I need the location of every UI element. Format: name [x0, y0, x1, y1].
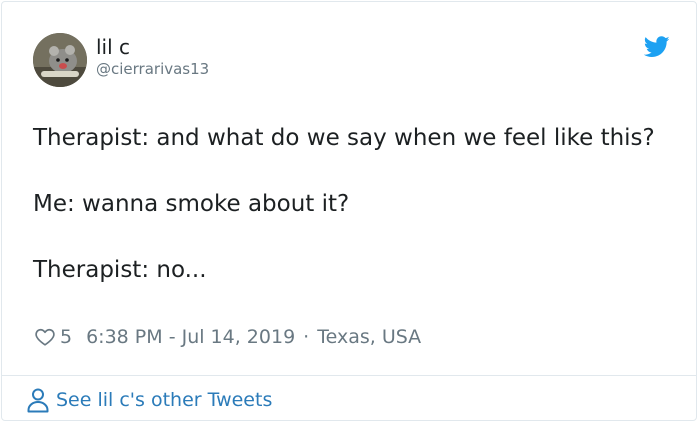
- tweet-line-blank: [33, 221, 673, 254]
- author-handle[interactable]: @cierrarivas13: [96, 60, 209, 78]
- tweet-line: Me: wanna smoke about it?: [33, 191, 350, 217]
- tweet-line-blank: [33, 155, 673, 188]
- like-count[interactable]: 5: [60, 325, 72, 349]
- meta-separator: ·: [303, 326, 310, 348]
- twitter-bird-icon[interactable]: [644, 36, 670, 58]
- see-other-tweets-label[interactable]: See lil c's other Tweets: [56, 387, 272, 413]
- tweet-line: Therapist: and what do we say when we fe…: [33, 125, 655, 151]
- location[interactable]: Texas, USA: [317, 325, 421, 349]
- footer-divider: [2, 375, 696, 376]
- heart-icon[interactable]: [34, 326, 56, 348]
- tweet-meta: 5 6:38 PM - Jul 14, 2019 · Texas, USA: [34, 325, 421, 349]
- author-name[interactable]: lil c: [96, 35, 130, 59]
- timestamp[interactable]: 6:38 PM - Jul 14, 2019: [86, 325, 295, 349]
- tweet-line: Therapist: no...: [33, 257, 207, 283]
- person-icon: [27, 388, 49, 413]
- see-other-tweets-link[interactable]: See lil c's other Tweets: [26, 387, 272, 413]
- tweet-card: lil c @cierrarivas13 Therapist: and what…: [1, 1, 697, 421]
- avatar-image: [33, 33, 87, 87]
- tweet-text: Therapist: and what do we say when we fe…: [33, 122, 673, 287]
- avatar[interactable]: [33, 33, 87, 87]
